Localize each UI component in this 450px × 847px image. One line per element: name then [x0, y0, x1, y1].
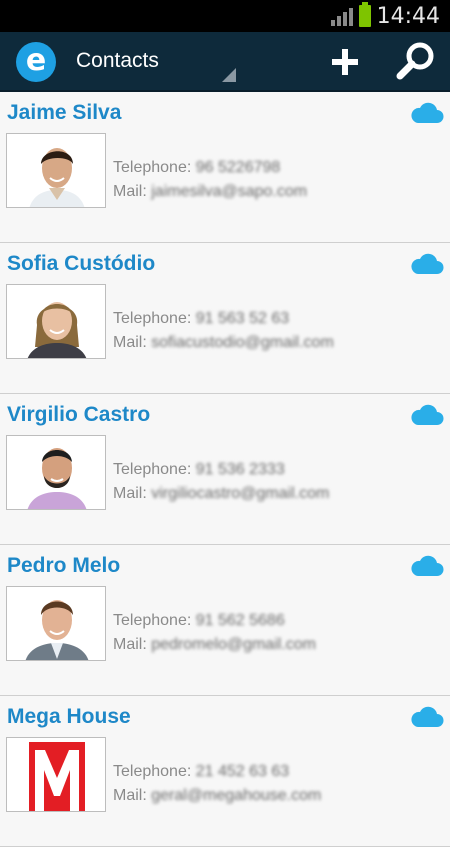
contact-name: Pedro Melo	[7, 554, 121, 577]
cloud-icon[interactable]	[410, 555, 444, 577]
contact-phone[interactable]: 91 536 2333	[196, 461, 285, 478]
contact-mail[interactable]: sofiacustodio@gmail.com	[151, 334, 334, 351]
spinner-indicator-icon[interactable]	[222, 68, 236, 82]
m-logo-icon	[7, 738, 105, 811]
list-item[interactable]: Mega House Telephone: 21 452 63 63 Mail:…	[0, 696, 450, 847]
action-bar: e Contacts	[0, 32, 450, 92]
status-time: 14:44	[376, 3, 440, 29]
contact-phone[interactable]: 96 5226798	[196, 159, 281, 176]
telephone-label: Telephone:	[113, 310, 192, 327]
battery-icon	[358, 2, 371, 27]
plus-icon	[332, 49, 358, 75]
contact-info: Telephone: 91 563 52 63 Mail: sofiacusto…	[113, 307, 334, 355]
mail-label: Mail:	[113, 787, 147, 804]
avatar	[6, 737, 106, 812]
mail-label: Mail:	[113, 334, 147, 351]
contact-phone[interactable]: 91 563 52 63	[196, 310, 289, 327]
search-button[interactable]	[394, 40, 436, 82]
mail-label: Mail:	[113, 485, 147, 502]
add-contact-button[interactable]	[325, 42, 365, 82]
contact-name: Jaime Silva	[7, 101, 122, 124]
telephone-label: Telephone:	[113, 461, 192, 478]
contact-mail[interactable]: virgiliocastro@gmail.com	[151, 485, 329, 502]
list-item[interactable]: Sofia Custódio Telephone: 91 563 52 63 M…	[0, 243, 450, 394]
cloud-icon[interactable]	[410, 253, 444, 275]
contact-phone[interactable]: 21 452 63 63	[196, 763, 289, 780]
list-item[interactable]: Pedro Melo Telephone: 91 562 5686 Mail: …	[0, 545, 450, 696]
signal-icon	[330, 6, 353, 26]
cloud-icon[interactable]	[410, 404, 444, 426]
telephone-label: Telephone:	[113, 612, 192, 629]
contact-info: Telephone: 91 562 5686 Mail: pedromelo@g…	[113, 609, 316, 657]
avatar	[6, 133, 106, 208]
telephone-label: Telephone:	[113, 763, 192, 780]
contact-mail[interactable]: pedromelo@gmail.com	[151, 636, 316, 653]
contact-mail[interactable]: geral@megahouse.com	[151, 787, 321, 804]
telephone-label: Telephone:	[113, 159, 192, 176]
contact-name: Virgilio Castro	[7, 403, 151, 426]
list-item[interactable]: Jaime Silva Telephone: 96 5226798 Mail: …	[0, 92, 450, 243]
avatar	[6, 586, 106, 661]
avatar	[6, 435, 106, 510]
mail-label: Mail:	[113, 183, 147, 200]
man-avatar-icon	[7, 436, 105, 509]
status-bar: 14:44	[0, 0, 450, 32]
contact-mail[interactable]: jaimesilva@sapo.com	[151, 183, 307, 200]
status-right: 14:44	[330, 0, 440, 32]
cloud-icon[interactable]	[410, 706, 444, 728]
contact-name: Mega House	[7, 705, 131, 728]
page-title[interactable]: Contacts	[76, 49, 159, 73]
list-item[interactable]: Virgilio Castro Telephone: 91 536 2333 M…	[0, 394, 450, 545]
contact-info: Telephone: 21 452 63 63 Mail: geral@mega…	[113, 760, 321, 808]
cloud-icon[interactable]	[410, 102, 444, 124]
contact-phone[interactable]: 91 562 5686	[196, 612, 285, 629]
contacts-list: Jaime Silva Telephone: 96 5226798 Mail: …	[0, 92, 450, 847]
mail-label: Mail:	[113, 636, 147, 653]
app-logo[interactable]: e	[16, 42, 56, 82]
man-avatar-icon	[7, 587, 105, 660]
contact-info: Telephone: 91 536 2333 Mail: virgiliocas…	[113, 458, 329, 506]
avatar	[6, 284, 106, 359]
woman-avatar-icon	[7, 285, 105, 358]
contact-name: Sofia Custódio	[7, 252, 156, 275]
man-avatar-icon	[7, 134, 105, 207]
contact-info: Telephone: 96 5226798 Mail: jaimesilva@s…	[113, 156, 307, 204]
